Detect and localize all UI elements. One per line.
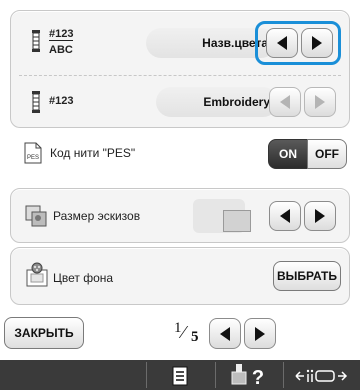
thumbnail-size-panel: Размер эскизов [10, 188, 350, 243]
thumbnail-preview [193, 199, 251, 233]
thumbnail-size-next-button[interactable] [304, 201, 336, 231]
thread-settings-panel: #123 ABC Назв.цвета #123 Embroidery [10, 10, 350, 128]
thread-display-label-bottom: ABC [49, 44, 73, 56]
svg-text:PES: PES [27, 155, 39, 161]
arrow-left-icon [220, 326, 230, 341]
thread-number-prev-button[interactable] [269, 87, 301, 117]
settings-list-icon[interactable] [172, 366, 188, 386]
pes-on-toggle[interactable]: ON [268, 139, 308, 169]
machine-icon[interactable] [294, 366, 350, 386]
footer-divider [215, 362, 216, 388]
close-button[interactable]: ЗАКРЫТЬ [4, 317, 84, 349]
thumbnail-preview-small [223, 210, 251, 232]
pes-off-toggle[interactable]: OFF [307, 139, 347, 169]
background-color-label: Цвет фона [53, 271, 114, 285]
pes-code-label: Код нити "PES" [50, 146, 136, 160]
arrow-left-icon [280, 209, 290, 223]
select-button[interactable]: ВЫБРАТЬ [273, 261, 341, 291]
page-total: 5 [191, 329, 199, 345]
arrow-right-icon [255, 326, 265, 341]
page-current: 1 [174, 320, 182, 336]
arrow-left-icon [277, 36, 287, 50]
svg-text:?: ? [252, 367, 264, 388]
background-color-icon [26, 262, 48, 287]
thumbnail-size-icon [25, 205, 47, 227]
page-indicator: 1 ⁄ 5 [172, 320, 208, 348]
thread-spool-icon [32, 91, 40, 113]
arrow-right-icon [315, 209, 325, 223]
thread-display-next-button[interactable] [301, 28, 333, 58]
footer-divider [146, 362, 147, 388]
page-next-button[interactable] [244, 318, 276, 349]
arrow-right-icon [315, 95, 325, 109]
thread-display-prev-button[interactable] [266, 28, 298, 58]
page-slash: ⁄ [182, 322, 186, 342]
footer-divider [283, 362, 284, 388]
thread-spool-icon [32, 30, 40, 52]
thread-number-row: #123 Embroidery [11, 76, 349, 128]
arrow-left-icon [280, 95, 290, 109]
page-prev-button[interactable] [209, 318, 241, 349]
footer-bar: ? [0, 360, 360, 390]
help-icon[interactable]: ? [230, 362, 270, 388]
background-color-panel: Цвет фона ВЫБРАТЬ [10, 247, 350, 305]
thread-number-value: Embroidery [156, 87, 278, 117]
thumbnail-size-prev-button[interactable] [269, 201, 301, 231]
pes-code-row: PES Код нити "PES" ON OFF [0, 130, 360, 178]
thread-display-label-top: #123 [49, 28, 74, 41]
thread-display-row: #123 ABC Назв.цвета [11, 11, 349, 74]
arrow-right-icon [312, 36, 322, 50]
thumbnail-size-label: Размер эскизов [53, 209, 141, 223]
thread-number-label: #123 [49, 95, 74, 107]
thread-number-next-button[interactable] [304, 87, 336, 117]
pes-file-icon: PES [24, 142, 42, 164]
